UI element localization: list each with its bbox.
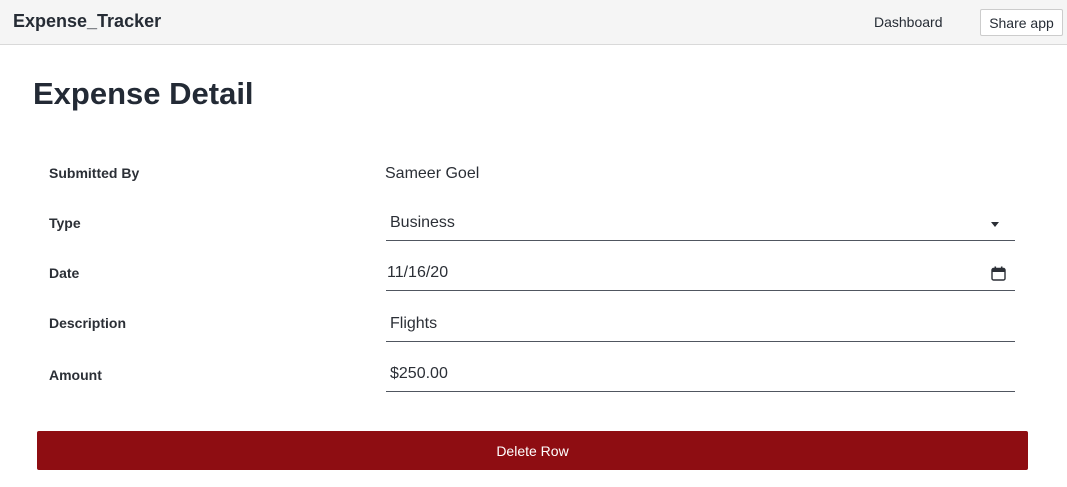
type-select-value: Business [390,214,455,231]
submitted-by-label: Submitted By [49,165,140,181]
date-input-value: 11/16/20 [387,264,449,281]
app-title[interactable]: Expense_Tracker [13,11,161,32]
amount-input[interactable]: $250.00 [386,358,1015,392]
type-select[interactable]: Business [386,207,1015,241]
top-bar: Expense_Tracker Dashboard Share app [0,0,1067,45]
calendar-icon[interactable] [991,266,1006,281]
date-input[interactable]: 11/16/20 [386,257,1015,291]
delete-row-button[interactable]: Delete Row [37,431,1028,470]
submitted-by-value: Sameer Goel [385,165,480,182]
nav-dashboard-link[interactable]: Dashboard [874,14,943,30]
type-label: Type [49,215,81,231]
share-app-button[interactable]: Share app [980,9,1063,36]
chevron-down-icon [991,222,999,227]
description-input-value: Flights [390,315,438,332]
amount-input-value: $250.00 [390,365,448,382]
amount-label: Amount [49,367,102,383]
date-label: Date [49,265,80,281]
page-title: Expense Detail [33,76,254,111]
description-label: Description [49,315,127,331]
description-input[interactable]: Flights [386,308,1015,342]
